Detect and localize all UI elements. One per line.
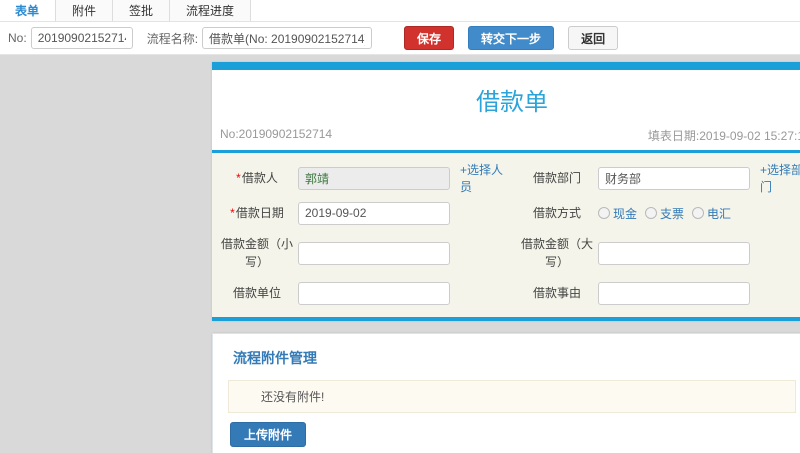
tab-form[interactable]: 表单 — [0, 0, 57, 21]
content-stage: 借款单 No:20190902152714 填表日期:2019-09-02 15… — [212, 62, 800, 453]
sheet-fill-date-text: 填表日期:2019-09-02 15:27:1 — [647, 129, 800, 143]
radio-cheque[interactable]: 支票 — [645, 205, 684, 222]
loan-date-label: 借款日期 — [235, 206, 284, 220]
radio-wire-label: 电汇 — [707, 206, 732, 221]
required-asterisk: * — [236, 171, 241, 185]
required-asterisk: * — [230, 206, 235, 220]
back-button[interactable]: 返回 — [568, 26, 619, 50]
tabbar-spacer — [251, 0, 800, 21]
radio-circle-icon[interactable] — [598, 207, 610, 219]
process-name-label: 流程名称: — [146, 31, 199, 46]
field-department: 借款部门 +选择部门 — [512, 159, 800, 197]
radio-circle-icon[interactable] — [645, 207, 658, 219]
attachment-section: 流程附件管理 还没有附件! 上传附件 — [212, 333, 800, 453]
process-name-input[interactable] — [202, 27, 373, 49]
no-input[interactable] — [30, 27, 133, 49]
loan-form: *借款人 +选择人员 借款部门 +选择部门 *借款日期 — [212, 153, 800, 321]
department-input[interactable] — [598, 166, 750, 190]
sheet-meta-row: No:20190902152714 填表日期:2019-09-02 15:27:… — [212, 123, 800, 150]
sheet-title: 借款单 — [476, 89, 548, 116]
field-amount-lower: 借款金额（小写） — [212, 229, 512, 277]
tab-progress[interactable]: 流程进度 — [169, 0, 252, 21]
radio-wire[interactable]: 电汇 — [692, 205, 731, 222]
field-loan-reason: 借款事由 — [512, 277, 800, 309]
field-loan-unit: 借款单位 — [212, 277, 512, 309]
top-tab-bar: 表单 附件 签批 流程进度 — [0, 0, 800, 22]
field-loan-date: *借款日期 — [212, 197, 512, 229]
radio-cash-label: 现金 — [613, 206, 638, 221]
amount-lower-input[interactable] — [298, 241, 450, 265]
borrower-input[interactable] — [298, 166, 450, 190]
loan-reason-input[interactable] — [598, 281, 750, 305]
select-person-link[interactable]: +选择人员 — [460, 161, 508, 195]
panel-top-accent-bar — [212, 62, 800, 70]
attachment-heading: 流程附件管理 — [233, 350, 317, 366]
radio-circle-icon[interactable] — [692, 207, 705, 219]
radio-cheque-label: 支票 — [660, 206, 685, 221]
command-bar: No: 流程名称: 保存 转交下一步 返回 — [0, 22, 800, 55]
radio-cash[interactable]: 现金 — [598, 205, 637, 222]
loan-sheet-panel: 借款单 No:20190902152714 填表日期:2019-09-02 15… — [212, 62, 800, 321]
amount-upper-input[interactable] — [598, 241, 750, 265]
tab-attachments[interactable]: 附件 — [55, 0, 114, 21]
field-borrower: *借款人 +选择人员 — [212, 159, 512, 197]
forward-next-step-button[interactable]: 转交下一步 — [468, 26, 555, 50]
department-label: 借款部门 — [532, 171, 581, 185]
loan-reason-label: 借款事由 — [532, 286, 581, 300]
no-attachment-notice: 还没有附件! — [228, 380, 796, 413]
amount-upper-label: 借款金额（大写） — [520, 237, 593, 269]
field-loan-method: 借款方式 现金 支票 电汇 — [512, 197, 800, 229]
loan-method-label: 借款方式 — [532, 206, 581, 220]
amount-lower-label: 借款金额（小写） — [220, 237, 293, 269]
no-label: No: — [8, 31, 27, 45]
field-amount-upper: 借款金额（大写） — [512, 229, 800, 277]
loan-date-input[interactable] — [298, 201, 450, 225]
borrower-label: 借款人 — [241, 171, 278, 185]
save-button[interactable]: 保存 — [404, 26, 455, 50]
loan-unit-input[interactable] — [298, 281, 450, 305]
tab-approval[interactable]: 签批 — [112, 0, 171, 21]
upload-attachment-button[interactable]: 上传附件 — [230, 422, 307, 447]
sheet-no-text: No:20190902152714 — [220, 127, 333, 141]
loan-unit-label: 借款单位 — [232, 286, 281, 300]
select-department-link[interactable]: +选择部门 — [760, 161, 800, 195]
